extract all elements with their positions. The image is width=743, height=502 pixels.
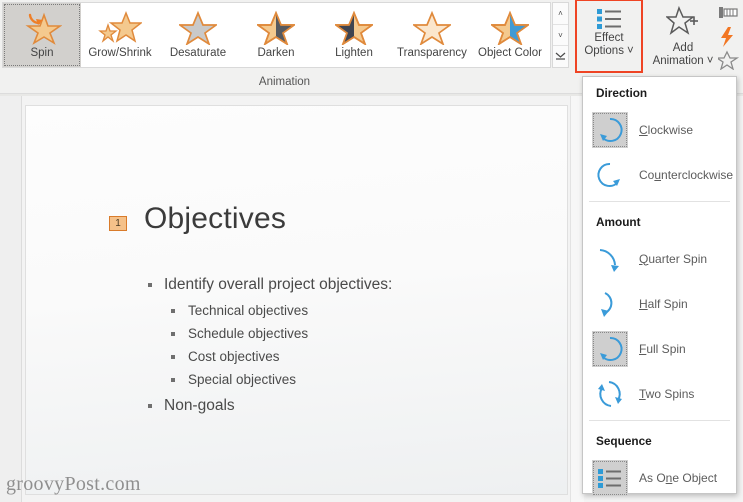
menu-item-label: Clockwise [639, 122, 694, 137]
menu-item-counterclockwise[interactable]: Counterclockwise [583, 152, 736, 197]
ribbon-group-label: Animation [258, 76, 311, 88]
gallery-item-transparency[interactable]: Transparency [393, 3, 471, 67]
trigger-lightning-icon[interactable] [718, 26, 740, 53]
menu-item-label: Two Spins [639, 386, 695, 401]
bullet-item: Special objectives [146, 372, 566, 387]
animation-order-tag[interactable]: 1 [109, 216, 127, 231]
gallery-item-object-color[interactable]: Object Color [471, 3, 549, 67]
bullet-item: Technical objectives [146, 303, 566, 318]
chevron-down-icon: ˅ [626, 44, 634, 57]
lighten-star-icon [335, 7, 373, 47]
two-spins-icon [592, 376, 628, 412]
full-spin-icon [592, 330, 628, 367]
add-animation-text: Animation [652, 54, 704, 67]
menu-item-half-spin[interactable]: Half Spin [583, 281, 736, 326]
clockwise-arrow-icon [592, 111, 628, 148]
darken-star-icon [257, 7, 295, 47]
left-thumbnail-gutter [0, 96, 22, 502]
gallery-item-grow-shrink[interactable]: Grow/Shrink [81, 3, 159, 67]
gallery-item-label: Transparency [397, 47, 467, 59]
animation-painter-icon[interactable] [714, 50, 740, 75]
menu-item-two-spins[interactable]: Two Spins [583, 371, 736, 416]
gallery-item-desaturate[interactable]: Desaturate [159, 3, 237, 67]
menu-item-label: Half Spin [639, 296, 688, 311]
bullet-item: Schedule objectives [146, 326, 566, 341]
quarter-spin-icon [592, 241, 628, 277]
menu-section-header-sequence: Sequence [596, 434, 652, 448]
object-color-star-icon [491, 7, 529, 47]
bullet-item: Non-goals [146, 397, 566, 415]
animation-pane-controls [714, 2, 743, 75]
menu-section-header-direction: Direction [596, 86, 648, 100]
gallery-item-label: Spin [30, 47, 54, 59]
animation-pane-icon[interactable] [718, 4, 742, 27]
menu-item-as-one-object[interactable]: As One Object [583, 455, 736, 500]
add-animation-label-line1: Add [672, 42, 694, 54]
add-animation-label-line2: Animation ˅ [653, 55, 714, 68]
gallery-item-label: Darken [257, 47, 295, 59]
gallery-item-label: Object Color [478, 47, 542, 59]
as-one-object-icon [592, 459, 628, 496]
gallery-scroll-up-button[interactable]: ˄ [553, 3, 568, 25]
spin-star-icon [22, 7, 62, 47]
grow-shrink-star-icon [98, 7, 142, 47]
gallery-item-label: Lighten [335, 47, 373, 59]
star-plus-icon [664, 5, 700, 40]
bullet-item: Cost objectives [146, 349, 566, 364]
add-animation-button[interactable]: Add Animation ˅ [650, 1, 716, 71]
gallery-item-lighten[interactable]: Lighten [315, 3, 393, 67]
slide-body-placeholder[interactable]: Identify overall project objectives: Tec… [146, 276, 566, 424]
bullet-list-icon [595, 6, 623, 30]
menu-item-full-spin[interactable]: Full Spin [583, 326, 736, 371]
counterclockwise-arrow-icon [592, 157, 628, 193]
effect-options-text: Options [584, 44, 624, 57]
gallery-item-label: Desaturate [169, 47, 227, 59]
menu-item-quarter-spin[interactable]: Quarter Spin [583, 236, 736, 281]
slide-title[interactable]: Objectives [144, 202, 286, 236]
menu-divider [589, 420, 730, 421]
powerpoint-window: Spin Grow/Shrink Desaturate Darken Light… [0, 0, 743, 502]
effect-options-button[interactable]: Effect Options ˅ [578, 1, 640, 71]
menu-divider [589, 201, 730, 202]
half-spin-icon [592, 286, 628, 322]
gallery-more-button[interactable] [553, 46, 568, 67]
gallery-item-spin[interactable]: Spin [3, 3, 81, 67]
bullet-item: Identify overall project objectives: [146, 276, 566, 294]
menu-item-clockwise[interactable]: Clockwise [583, 107, 736, 152]
desaturate-star-icon [179, 7, 217, 47]
slide-canvas[interactable]: 1 Objectives Identify overall project ob… [25, 105, 568, 495]
menu-item-label: Counterclockwise [639, 167, 734, 182]
watermark: groovyPost.com [6, 473, 141, 495]
effect-options-label-line1: Effect [594, 32, 624, 44]
chevron-bar-icon [555, 52, 566, 60]
menu-section-header-amount: Amount [596, 215, 641, 229]
gallery-scroll-down-button[interactable]: ˅ [553, 25, 568, 47]
effect-options-dropdown: Direction Clockwise Counterclockwise Amo… [582, 76, 737, 496]
chevron-down-icon: ˅ [706, 54, 714, 67]
gallery-item-label: Grow/Shrink [88, 47, 152, 59]
effect-options-label-line2: Options ˅ [584, 45, 633, 58]
menu-item-label: Quarter Spin [639, 251, 708, 266]
menu-item-label: As One Object [639, 470, 718, 485]
menu-item-label: Full Spin [639, 341, 686, 356]
transparency-star-icon [413, 7, 451, 47]
gallery-item-darken[interactable]: Darken [237, 3, 315, 67]
gallery-scroll-controls[interactable]: ˄ ˅ [552, 2, 569, 68]
animation-gallery[interactable]: Spin Grow/Shrink Desaturate Darken Light… [2, 2, 551, 68]
